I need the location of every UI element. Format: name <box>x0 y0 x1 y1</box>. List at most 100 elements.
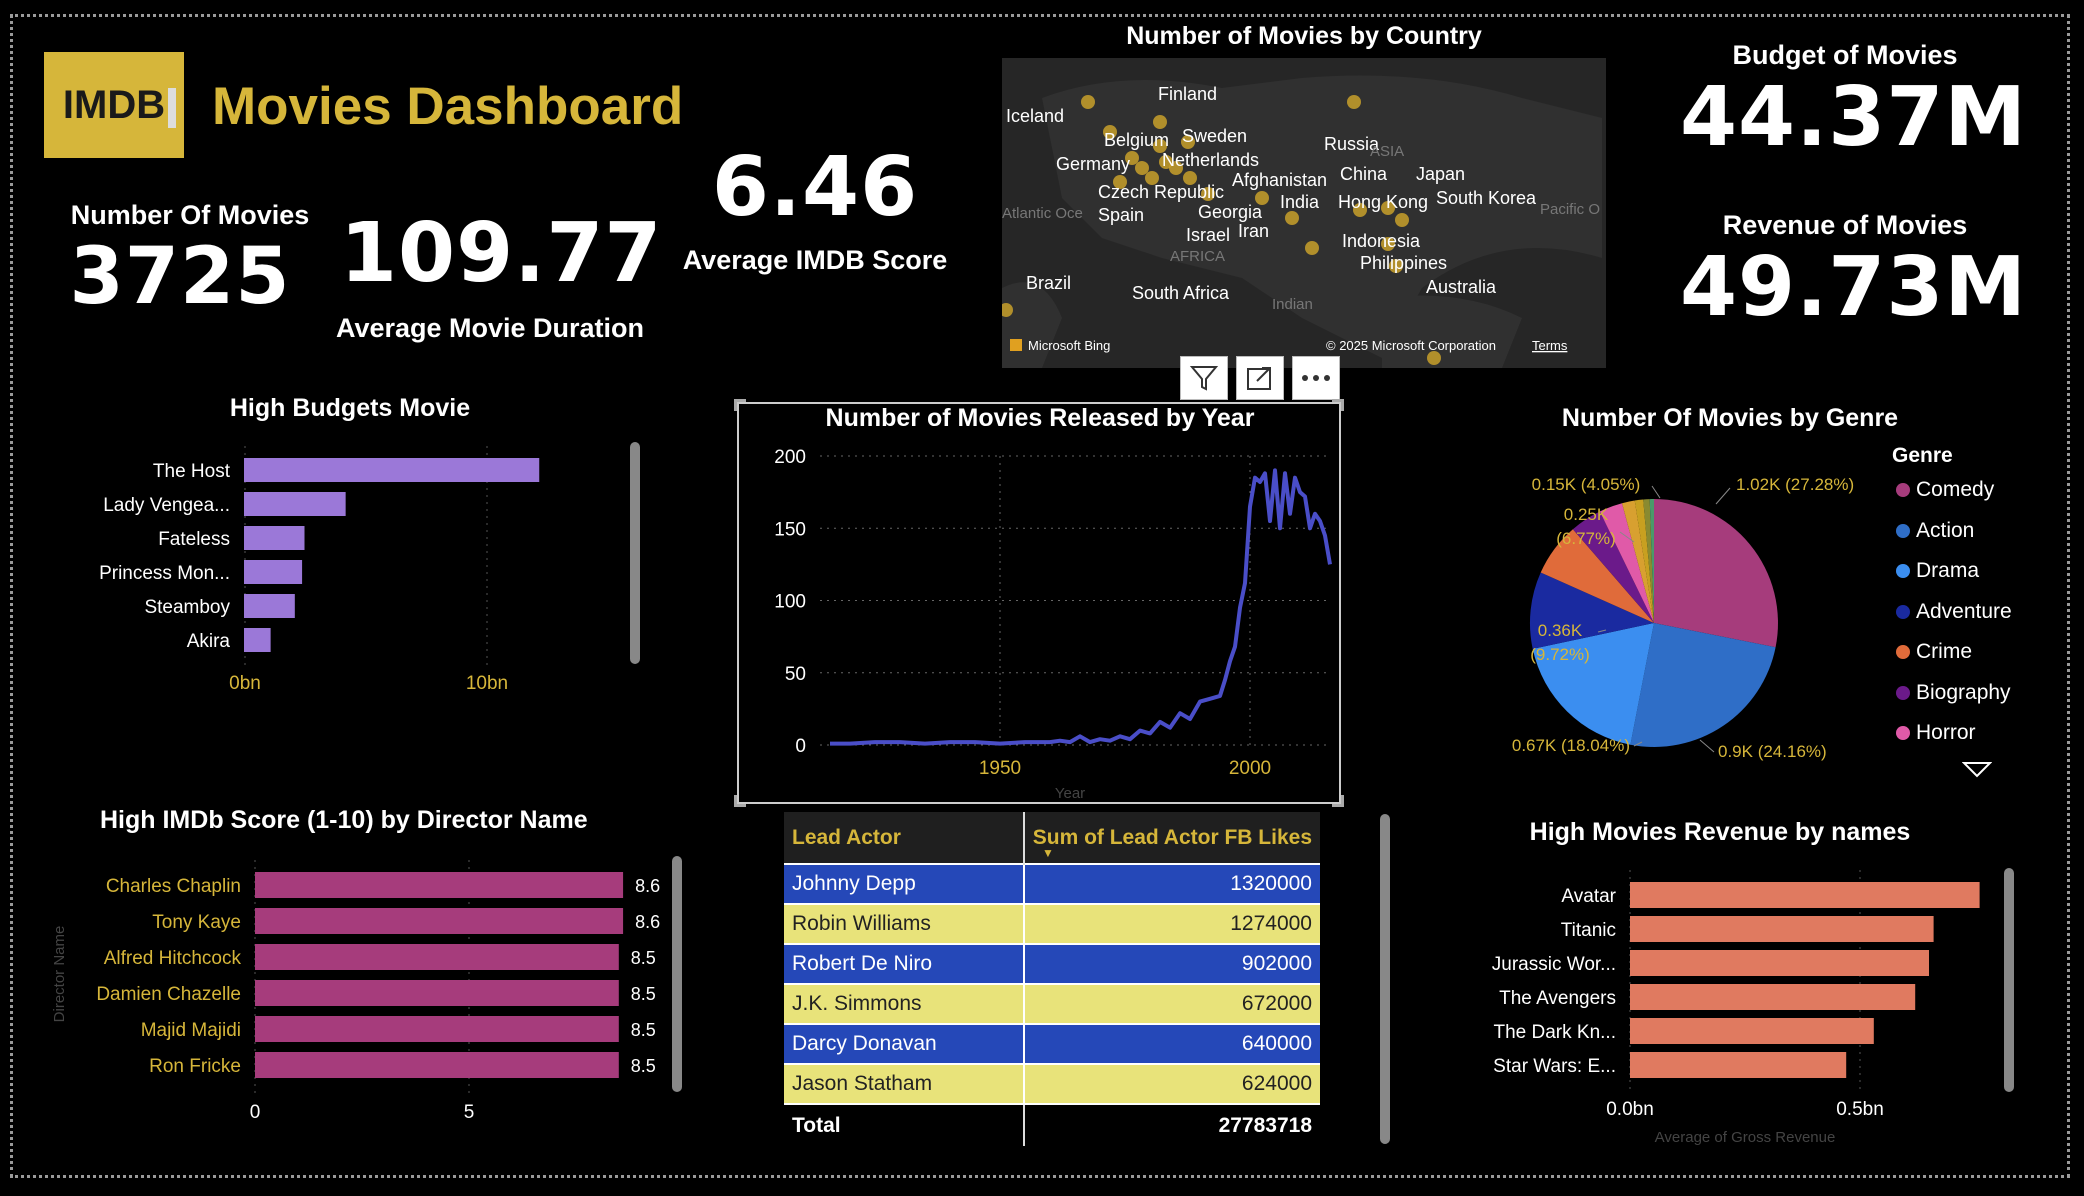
revenue-scrollbar[interactable] <box>2004 868 2014 1092</box>
cell-fb-likes: 902000 <box>1241 952 1312 975</box>
genre-pie-chart: 1.02K (27.28%) 0.9K (24.16%) 0.67K (18.04%… <box>1512 475 1854 761</box>
legend-swatch <box>1896 726 1910 740</box>
lead-table-body: Johnny Depp 1320000 Robin Williams 1274000 R… <box>784 864 1320 1104</box>
data-label: 8.5 <box>631 984 656 1004</box>
map-point <box>1347 95 1361 109</box>
category-label: Steamboy <box>144 597 230 618</box>
bar <box>255 1016 619 1042</box>
y-tick-label: 150 <box>774 519 806 540</box>
bar <box>244 458 540 482</box>
series-line <box>830 468 1332 746</box>
avg-score-label: Average IMDB Score <box>682 245 948 275</box>
bar <box>255 872 624 898</box>
leader-line <box>1699 739 1715 753</box>
imdb-logo: IMDB <box>44 52 184 158</box>
budget-chart: 0bn 10bn The Host Lady Vengea... Fateless Pri… <box>99 446 540 694</box>
bar <box>255 908 624 934</box>
map-label: South Korea <box>1436 188 1537 208</box>
bar <box>1630 1018 1874 1044</box>
category-label: Princess Mon... <box>99 563 230 584</box>
year-chart: 200 150 100 50 0 1950 2000 Year <box>774 447 1332 802</box>
budget-label: Budget of Movies <box>1732 40 1958 70</box>
focus-mode-icon <box>1247 367 1271 390</box>
table-scrollbar[interactable] <box>1380 814 1390 1144</box>
table-row[interactable]: Jason Statham 624000 <box>784 1064 1320 1104</box>
category-label: Jurassic Wor... <box>1492 954 1616 975</box>
table-header-fb-likes[interactable]: Sum of Lead Actor FB Likes ▼ <box>1024 812 1320 864</box>
score-scrollbar[interactable] <box>672 856 682 1092</box>
num-movies-label: Number Of Movies <box>70 200 310 230</box>
logo-text: IMDB <box>62 82 166 127</box>
filter-button[interactable] <box>1180 356 1228 400</box>
map-label: Indonesia <box>1342 231 1421 251</box>
map-label: Australia <box>1426 277 1497 297</box>
category-label: The Avengers <box>1499 988 1616 1009</box>
more-options-button[interactable] <box>1292 356 1340 400</box>
lead-actor-table: Lead Actor Sum of Lead Actor FB Likes ▼ J… <box>784 812 1320 1146</box>
bar <box>255 944 619 970</box>
more-options-icon <box>1302 375 1330 381</box>
map-label: Indian <box>1272 296 1313 313</box>
cell-fb-likes: 624000 <box>1241 1072 1312 1095</box>
cell-fb-likes: 672000 <box>1241 992 1312 1015</box>
revenue-chart: 0.0bn 0.5bn Avatar Titanic Jurassic Wor... Th… <box>1492 870 1980 1146</box>
microsoft-logo-icon <box>1010 339 1022 351</box>
data-label: 1.02K (27.28%) <box>1736 475 1854 494</box>
score-chart: 0 5 Charles Chaplin 8.6 Tony Kaye 8.6 Alfred H… <box>51 860 660 1123</box>
map-attribution: Microsoft Bing <box>1028 338 1110 353</box>
bar <box>244 628 271 652</box>
legend-swatch <box>1896 483 1910 497</box>
year-chart-title: Number of Movies Released by Year <box>825 404 1255 432</box>
table-header-lead-actor[interactable]: Lead Actor <box>784 812 1025 864</box>
map-point <box>1081 95 1095 109</box>
data-label: 8.5 <box>631 1020 656 1040</box>
budget-scrollbar[interactable] <box>630 442 640 664</box>
legend-label: Comedy <box>1916 478 1995 501</box>
legend-item[interactable]: Crime <box>1896 640 1972 664</box>
map-label: Czech Republic <box>1098 182 1224 202</box>
legend-item[interactable]: Biography <box>1896 681 2011 705</box>
bar <box>1630 984 1916 1010</box>
legend-item[interactable]: Drama <box>1896 559 1979 583</box>
table-row[interactable]: Robin Williams 1274000 <box>784 904 1320 944</box>
bar <box>1630 882 1980 908</box>
category-label: Majid Majidi <box>141 1020 241 1041</box>
map-title: Number of Movies by Country <box>1126 22 1482 50</box>
map-label: Pacific O <box>1540 201 1600 218</box>
map-terms-link[interactable]: Terms <box>1532 338 1568 353</box>
leader-line <box>1651 485 1661 499</box>
map-label: Brazil <box>1026 273 1071 293</box>
legend-more-button[interactable] <box>1961 760 1993 784</box>
legend-item[interactable]: Comedy <box>1896 478 1994 502</box>
revenue-label: Revenue of Movies <box>1722 210 1968 240</box>
cell-lead-actor: Jason Statham <box>784 1064 1025 1104</box>
table-row[interactable]: Robert De Niro 902000 <box>784 944 1320 984</box>
table-row[interactable]: J.K. Simmons 672000 <box>784 984 1320 1024</box>
cell-lead-actor: J.K. Simmons <box>784 984 1025 1024</box>
map-label: Iran <box>1238 221 1269 241</box>
legend-item[interactable]: Horror <box>1896 721 1976 745</box>
category-label: Damien Chazelle <box>96 984 241 1005</box>
map-point <box>1285 211 1299 225</box>
leader-line <box>1715 487 1731 505</box>
table-row[interactable]: Darcy Donavan 640000 <box>784 1024 1320 1064</box>
map-label: India <box>1280 192 1320 212</box>
legend-item[interactable]: Adventure <box>1896 600 2012 624</box>
country-map[interactable]: Iceland Finland Belgium Sweden Russia Germany… <box>1002 58 1606 368</box>
legend-item[interactable]: Action <box>1896 519 1974 543</box>
category-label: The Host <box>153 461 231 482</box>
bar <box>244 492 346 516</box>
x-tick-label: 10bn <box>466 673 508 694</box>
genre-legend-title: Genre <box>1892 444 1953 467</box>
focus-mode-button[interactable] <box>1236 356 1284 400</box>
cell-lead-actor: Robin Williams <box>784 904 1025 944</box>
map-label: Germany <box>1056 154 1130 174</box>
y-tick-label: 100 <box>774 592 806 613</box>
map-landmass-australia <box>1382 295 1522 368</box>
bar <box>244 560 303 584</box>
budget-value: 44.37M <box>1680 70 2027 165</box>
table-row[interactable]: Johnny Depp 1320000 <box>784 864 1320 904</box>
cell-fb-likes: 640000 <box>1241 1032 1312 1055</box>
budget-chart-title: High Budgets Movie <box>229 394 471 422</box>
map-landmass-south-america <box>1002 282 1062 368</box>
